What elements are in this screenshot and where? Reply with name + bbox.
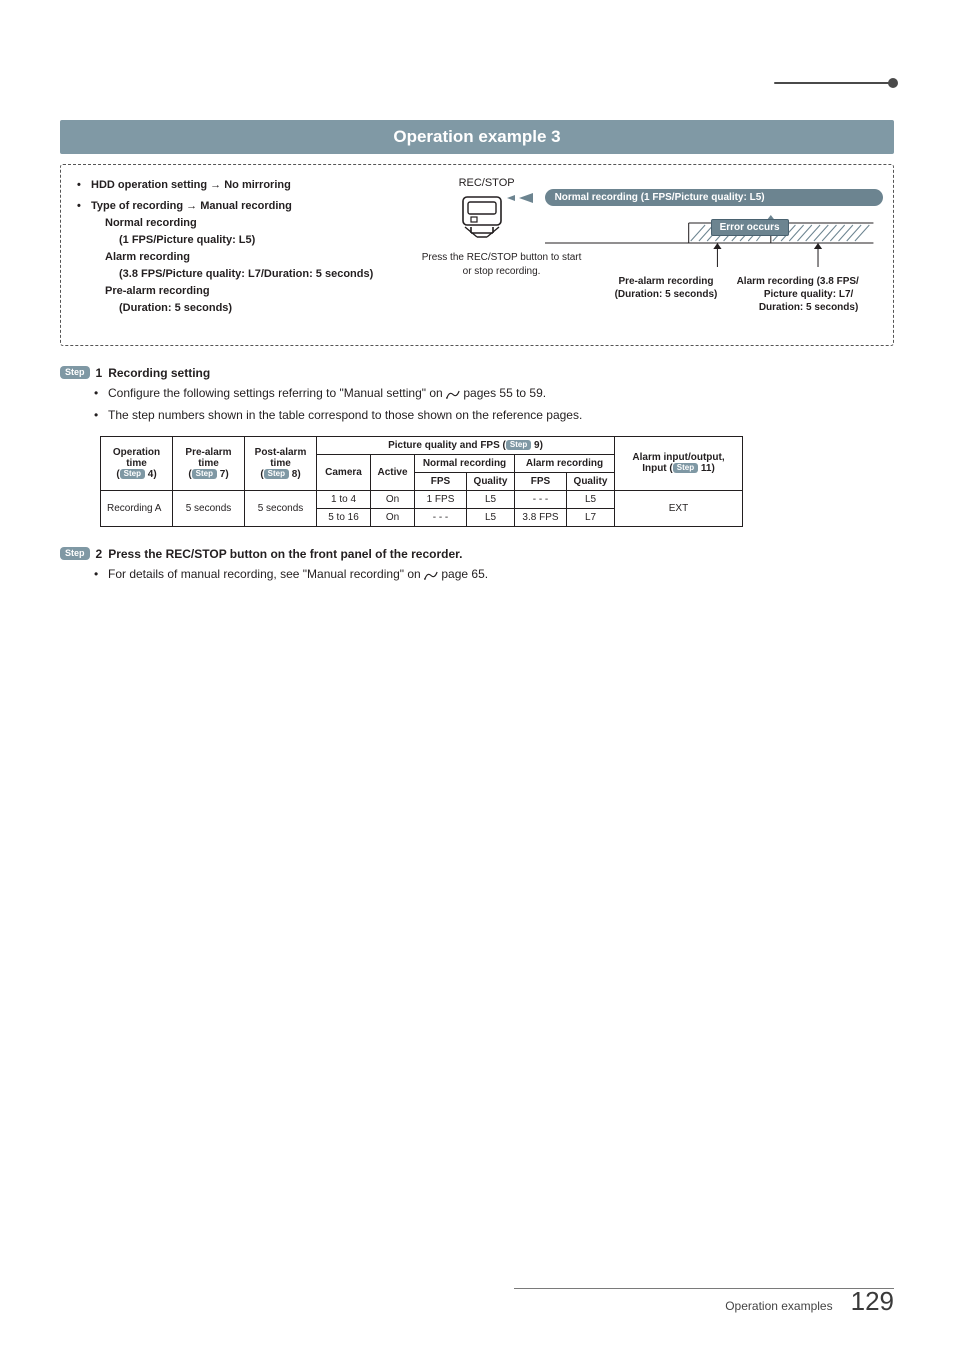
step-pill: Step: [60, 547, 90, 560]
th-alarm-io: Alarm input/output, Input (Step 11): [615, 436, 743, 490]
th-postalarm-time: Post-alarm time (Step 8): [245, 436, 317, 490]
step-2-heading: Step 2 Press the REC/STOP button on the …: [60, 547, 894, 561]
example-settings-list: HDD operation setting → No mirroring Typ…: [77, 177, 439, 321]
hdd-setting-line: HDD operation setting → No mirroring: [91, 179, 291, 191]
normal-recording-bubble: Normal recording (1 FPS/Picture quality:…: [545, 189, 883, 206]
page-corner-ornament: [774, 78, 894, 88]
cell-normal-fps: 1 FPS: [415, 490, 467, 508]
alarm-recording-caption: Alarm recording (3.8 FPS/ Picture qualit…: [737, 275, 881, 314]
error-occurs-label: Error occurs: [711, 219, 789, 236]
section-title-banner: Operation example 3: [60, 120, 894, 154]
rec-stop-label: REC/STOP: [459, 177, 877, 189]
prealarm-caption: Pre-alarm recording (Duration: 5 seconds…: [615, 275, 718, 301]
page-footer: Operation examples 129: [725, 1286, 894, 1317]
cell-camera: 1 to 4: [317, 490, 371, 508]
th-alarm-quality: Quality: [567, 472, 615, 490]
step-1-title: Recording setting: [108, 366, 210, 380]
step-1-number: 1: [96, 366, 103, 380]
th-alarm-recording: Alarm recording: [515, 454, 615, 472]
th-camera: Camera: [317, 454, 371, 490]
cell-alarm-quality: L7: [567, 508, 615, 526]
prealarm-recording-label: Pre-alarm recording: [91, 283, 439, 300]
step-pill: Step: [60, 366, 90, 379]
cell-alarm-fps: 3.8 FPS: [515, 508, 567, 526]
operation-example-box: HDD operation setting → No mirroring Typ…: [60, 164, 894, 346]
step-1-bullet-2: The step numbers shown in the table corr…: [94, 406, 894, 424]
th-prealarm-time: Pre-alarm time (Step 7): [173, 436, 245, 490]
reference-icon: [424, 566, 438, 584]
th-alarm-fps: FPS: [515, 472, 567, 490]
step-2-bullet-1: For details of manual recording, see "Ma…: [108, 567, 488, 581]
step-1-bullet-1: Configure the following settings referri…: [108, 386, 546, 400]
th-operation-time: Operation time (Step 4): [101, 436, 173, 490]
step-2-number: 2: [96, 547, 103, 561]
cell-io: EXT: [615, 490, 743, 526]
step-2-title: Press the REC/STOP button on the front p…: [108, 547, 462, 561]
th-normal-fps: FPS: [415, 472, 467, 490]
footer-section-label: Operation examples: [725, 1299, 832, 1313]
cell-alarm-fps: - - -: [515, 490, 567, 508]
cell-normal-quality: L5: [467, 490, 515, 508]
alarm-recording-label: Alarm recording: [91, 249, 439, 266]
step-1-heading: Step 1 Recording setting: [60, 366, 894, 380]
normal-recording-label: Normal recording: [91, 215, 439, 232]
recording-settings-table: Operation time (Step 4) Pre-alarm time (…: [100, 436, 743, 527]
th-normal-quality: Quality: [467, 472, 515, 490]
footer-page-number: 129: [851, 1286, 894, 1317]
example-diagram: REC/STOP Press the REC/STOP button to st…: [453, 177, 877, 331]
cell-alarm-quality: L5: [567, 490, 615, 508]
table-row: Recording A 5 seconds 5 seconds 1 to 4 O…: [101, 490, 743, 508]
step-1-body: Configure the following settings referri…: [94, 384, 894, 424]
cell-normal-quality: L5: [467, 508, 515, 526]
cell-camera: 5 to 16: [317, 508, 371, 526]
recording-type-line: Type of recording → Manual recording: [91, 198, 439, 215]
cell-active: On: [371, 490, 415, 508]
cell-postalarm: 5 seconds: [245, 490, 317, 526]
cell-operation: Recording A: [101, 490, 173, 526]
cell-active: On: [371, 508, 415, 526]
normal-recording-detail: (1 FPS/Picture quality: L5): [91, 232, 439, 249]
th-active: Active: [371, 454, 415, 490]
recorder-icon: [459, 193, 505, 239]
timing-diagram: [545, 213, 873, 249]
cell-normal-fps: - - -: [415, 508, 467, 526]
cell-prealarm: 5 seconds: [173, 490, 245, 526]
th-picture-quality-fps: Picture quality and FPS (Step 9): [317, 436, 615, 454]
alarm-recording-detail: (3.8 FPS/Picture quality: L7/Duration: 5…: [91, 266, 439, 283]
th-normal-recording: Normal recording: [415, 454, 515, 472]
reference-icon: [446, 385, 460, 403]
press-recstop-caption: Press the REC/STOP button to start or st…: [417, 251, 587, 278]
prealarm-recording-detail: (Duration: 5 seconds): [91, 300, 439, 317]
step-2-body: For details of manual recording, see "Ma…: [94, 565, 894, 584]
